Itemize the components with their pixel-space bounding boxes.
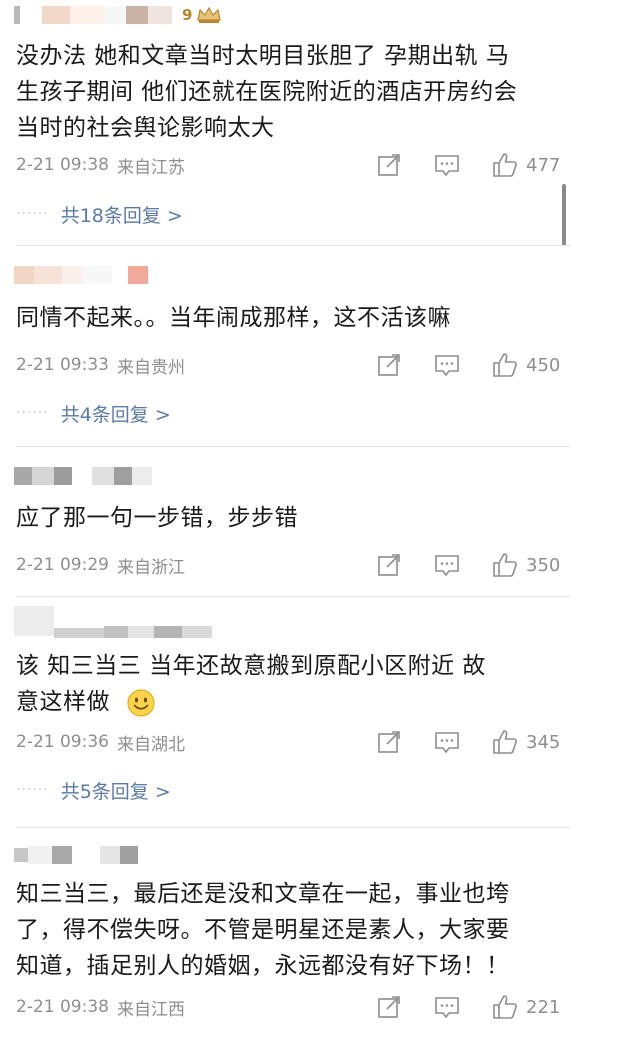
reply-dots: ······ bbox=[16, 206, 49, 222]
username-blur bbox=[128, 626, 154, 638]
username[interactable] bbox=[14, 606, 212, 640]
comment-meta: 2-21 09:36 来自湖北 345 bbox=[16, 727, 566, 757]
comment-meta: 2-21 09:33 来自贵州 450 bbox=[16, 350, 566, 380]
comment-meta: 2-21 09:29 来自浙江 350 bbox=[16, 550, 566, 580]
replies-count[interactable]: 共18条回复 > bbox=[61, 201, 183, 228]
username-blur bbox=[100, 846, 120, 864]
comment-icon[interactable] bbox=[434, 994, 460, 1020]
scrollbar[interactable] bbox=[562, 184, 566, 246]
timestamp: 2-21 09:38 bbox=[16, 155, 109, 175]
comment-actions: 450 bbox=[376, 350, 566, 380]
share-icon[interactable] bbox=[376, 552, 402, 578]
username-blur bbox=[120, 846, 138, 864]
avatar-blur bbox=[14, 266, 34, 284]
username-blur bbox=[154, 626, 182, 638]
share-icon[interactable] bbox=[376, 729, 402, 755]
username-blur bbox=[34, 266, 62, 284]
comment-meta: 2-21 09:38 来自江苏 477 bbox=[16, 150, 566, 180]
username-blur bbox=[70, 6, 104, 24]
like-count: 477 bbox=[526, 154, 561, 176]
username[interactable] bbox=[14, 465, 152, 487]
thumbs-up-icon[interactable] bbox=[492, 994, 518, 1020]
username-blur bbox=[92, 467, 114, 485]
share-icon[interactable] bbox=[376, 152, 402, 178]
username-blur bbox=[132, 467, 152, 485]
username-blur bbox=[54, 628, 104, 638]
comment-text: 同情不起来。。当年闹成那样，这不活该嘛 bbox=[16, 305, 451, 331]
reply-dots: ······ bbox=[16, 405, 49, 421]
username-blur bbox=[42, 6, 70, 24]
username-blur bbox=[32, 467, 54, 485]
username-blur bbox=[148, 6, 172, 24]
view-replies-link[interactable]: ······ 共5条回复 > bbox=[16, 776, 171, 804]
like-count: 350 bbox=[526, 554, 561, 576]
location: 来自湖北 bbox=[116, 734, 185, 755]
thumbs-up-icon[interactable] bbox=[492, 552, 518, 578]
timestamp: 2-21 09:38 bbox=[16, 997, 109, 1017]
location: 来自江西 bbox=[116, 999, 185, 1020]
username[interactable] bbox=[14, 264, 148, 286]
username[interactable] bbox=[14, 844, 138, 866]
replies-count[interactable]: 共5条回复 > bbox=[61, 777, 171, 804]
comment-actions: 345 bbox=[376, 727, 566, 757]
comment-icon[interactable] bbox=[434, 152, 460, 178]
avatar-blur bbox=[14, 606, 54, 636]
comment-actions: 221 bbox=[376, 992, 566, 1022]
thumbs-up-icon[interactable] bbox=[492, 152, 518, 178]
comment-meta: 2-21 09:38 来自江西 221 bbox=[16, 992, 566, 1022]
like-count: 450 bbox=[526, 354, 561, 376]
timestamp: 2-21 09:33 bbox=[16, 355, 109, 375]
comment-text: 应了那一句一步错，步步错 bbox=[16, 505, 298, 531]
username-blur bbox=[112, 266, 128, 284]
view-replies-link[interactable]: ······ 共18条回复 > bbox=[16, 200, 183, 228]
location: 来自江苏 bbox=[116, 157, 185, 178]
username-blur bbox=[20, 6, 42, 24]
divider bbox=[16, 827, 571, 828]
comment-icon[interactable] bbox=[434, 729, 460, 755]
share-icon[interactable] bbox=[376, 352, 402, 378]
level-badge: 9 bbox=[182, 6, 193, 24]
thumbs-up-icon[interactable] bbox=[492, 352, 518, 378]
username-blur bbox=[72, 846, 100, 864]
reply-dots: ······ bbox=[16, 782, 49, 798]
username-blur bbox=[182, 626, 212, 638]
comment-text: 知三当三，最后还是没和文章在一起，事业也垮 了，得不偿失呀。不管是明星还是素人，… bbox=[16, 881, 510, 979]
divider bbox=[16, 596, 571, 597]
location: 来自浙江 bbox=[116, 557, 185, 578]
divider bbox=[16, 245, 571, 246]
share-icon[interactable] bbox=[376, 994, 402, 1020]
username-blur bbox=[128, 266, 148, 284]
like-count: 345 bbox=[526, 731, 561, 753]
comment-actions: 477 bbox=[376, 150, 566, 180]
username[interactable]: 9 bbox=[14, 4, 222, 26]
divider bbox=[16, 446, 571, 447]
view-replies-link[interactable]: ······ 共4条回复 > bbox=[16, 399, 171, 427]
username-blur bbox=[28, 846, 52, 864]
username-blur bbox=[114, 467, 132, 485]
avatar-blur bbox=[14, 848, 28, 862]
username-blur bbox=[72, 467, 92, 485]
username-blur bbox=[104, 626, 128, 638]
username-blur bbox=[126, 6, 148, 24]
location: 来自贵州 bbox=[116, 357, 185, 378]
crown-icon bbox=[197, 6, 222, 23]
avatar-blur bbox=[14, 467, 32, 485]
username-blur bbox=[62, 266, 82, 284]
comment-actions: 350 bbox=[376, 550, 566, 580]
comment-text: 该 知三当三 当年还故意搬到原配小区附近 故 意这样做 bbox=[16, 648, 561, 720]
replies-count[interactable]: 共4条回复 > bbox=[61, 400, 171, 427]
timestamp: 2-21 09:36 bbox=[16, 732, 109, 752]
timestamp: 2-21 09:29 bbox=[16, 555, 109, 575]
username-blur bbox=[54, 467, 72, 485]
smile-emoji-icon bbox=[127, 688, 155, 717]
username-blur bbox=[52, 846, 72, 864]
comment-icon[interactable] bbox=[434, 352, 460, 378]
like-count: 221 bbox=[526, 996, 561, 1018]
comment-icon[interactable] bbox=[434, 552, 460, 578]
username-blur bbox=[82, 266, 112, 284]
thumbs-up-icon[interactable] bbox=[492, 729, 518, 755]
comment-text: 没办法 她和文章当时太明目张胆了 孕期出轨 马 生孩子期间 他们还就在医院附近的… bbox=[16, 43, 518, 141]
username-blur bbox=[104, 6, 126, 24]
